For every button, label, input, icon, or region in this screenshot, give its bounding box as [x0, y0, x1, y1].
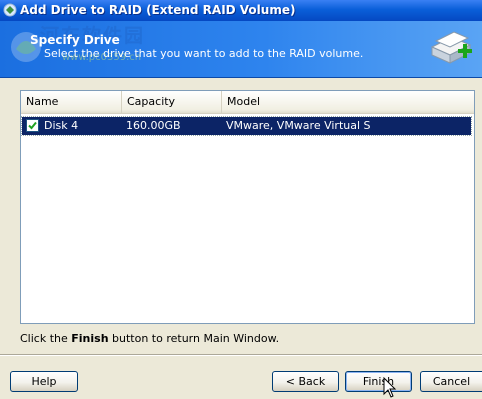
mouse-cursor-icon — [383, 377, 397, 398]
help-button[interactable]: Help — [10, 371, 78, 392]
add-drive-icon — [430, 31, 472, 64]
wizard-header: 河东软件园 www.pc0359.cn Specify Drive Select… — [0, 21, 482, 78]
column-header-capacity[interactable]: Capacity — [122, 91, 222, 113]
window-title: Add Drive to RAID (Extend RAID Volume) — [20, 3, 296, 17]
drive-checkbox[interactable] — [26, 119, 39, 132]
checkmark-icon — [28, 121, 37, 130]
hint-suffix: button to return Main Window. — [108, 332, 280, 345]
header-subtitle: Select the drive that you want to add to… — [44, 47, 364, 60]
table-row[interactable]: Disk 4 160.00GB VMware, VMware Virtual S — [21, 116, 472, 136]
finish-button[interactable]: Finish — [345, 371, 412, 392]
column-header-model[interactable]: Model — [222, 91, 474, 113]
title-bar[interactable]: Add Drive to RAID (Extend RAID Volume) — [0, 0, 482, 21]
drive-list[interactable]: Name Capacity Model Disk 4 160.00GB VMwa… — [20, 90, 475, 324]
cell-model: VMware, VMware Virtual S — [226, 119, 371, 132]
separator — [0, 354, 482, 356]
header-title: Specify Drive — [30, 33, 120, 47]
column-header-name[interactable]: Name — [21, 91, 122, 113]
cell-name: Disk 4 — [44, 119, 79, 132]
app-icon — [3, 3, 17, 17]
cell-capacity: 160.00GB — [126, 119, 181, 132]
back-button[interactable]: < Back — [272, 371, 339, 392]
hint-prefix: Click the — [20, 332, 72, 345]
cancel-button[interactable]: Cancel — [420, 371, 482, 392]
hint-text: Click the Finish button to return Main W… — [20, 332, 279, 345]
hint-bold: Finish — [71, 332, 109, 345]
list-header: Name Capacity Model — [21, 91, 474, 114]
